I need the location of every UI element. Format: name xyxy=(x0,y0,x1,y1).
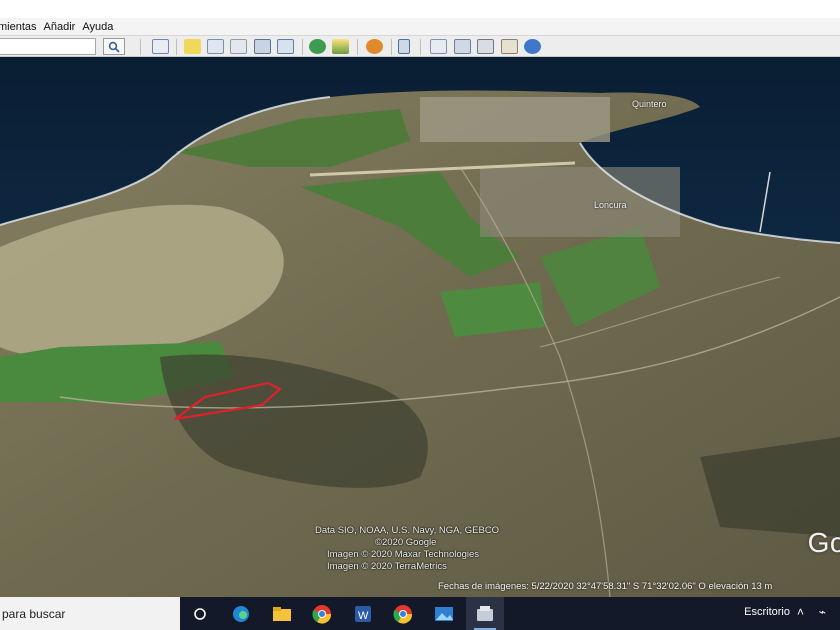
maps-view-icon[interactable] xyxy=(501,39,518,54)
print-icon[interactable] xyxy=(454,39,471,54)
attribution-line: Imagen © 2020 Maxar Technologies xyxy=(327,549,480,560)
save-image-icon[interactable] xyxy=(477,39,494,54)
menu-bar: mientas Añadir Ayuda xyxy=(0,18,840,35)
polygon-icon[interactable] xyxy=(207,39,224,54)
svg-text:W: W xyxy=(358,610,369,622)
email-icon[interactable] xyxy=(430,39,447,54)
google-earth-button[interactable] xyxy=(466,597,504,630)
chevron-up-icon[interactable]: ˄ xyxy=(797,605,804,619)
chrome-icon xyxy=(312,604,332,624)
status-bar: Fechas de imágenes: 5/22/2020 32°47'58.3… xyxy=(438,581,773,592)
word-icon: W xyxy=(355,605,371,622)
file-explorer-button[interactable] xyxy=(263,597,301,630)
desktop-label[interactable]: Escritorio xyxy=(744,606,790,618)
photos-icon xyxy=(435,606,453,621)
cortana-icon xyxy=(194,607,206,620)
placemark-icon[interactable] xyxy=(184,39,201,54)
menu-herramientas[interactable]: mientas xyxy=(0,21,37,33)
edge-button[interactable] xyxy=(222,597,260,630)
cortana-button[interactable] xyxy=(181,597,219,630)
attribution-line: Data SIO, NOAA, U.S. Navy, NGA, GEBCO xyxy=(315,525,500,536)
sunlight-icon[interactable] xyxy=(332,39,349,54)
place-label-loncura[interactable]: Loncura xyxy=(594,200,627,210)
chrome-icon xyxy=(393,604,413,624)
tour-icon[interactable] xyxy=(277,39,294,54)
toolbar-separator xyxy=(176,39,177,55)
planets-icon[interactable] xyxy=(366,39,383,54)
taskbar-search[interactable]: para buscar xyxy=(0,597,180,630)
menu-anadir[interactable]: Añadir xyxy=(44,21,76,33)
toolbar-separator xyxy=(420,39,421,55)
path-icon[interactable] xyxy=(230,39,247,54)
toolbar-separator xyxy=(357,39,358,55)
map-view[interactable]: Quintero Loncura Data SIO, NOAA, U.S. Na… xyxy=(0,57,840,597)
web-icon[interactable] xyxy=(524,39,541,54)
imagery-attribution: Data SIO, NOAA, U.S. Navy, NGA, GEBCO ©2… xyxy=(315,525,499,573)
satellite-imagery[interactable] xyxy=(0,57,840,597)
search-button[interactable] xyxy=(103,38,125,55)
google-earth-icon xyxy=(477,605,493,621)
overlay-icon[interactable] xyxy=(254,39,271,54)
ruler-icon[interactable] xyxy=(398,39,410,54)
attribution-line: ©2020 Google xyxy=(375,537,437,548)
search-icon xyxy=(108,41,120,53)
toolbar-separator xyxy=(391,39,392,55)
toolbar xyxy=(0,35,840,57)
toolbar-separator xyxy=(140,39,141,55)
file-explorer-icon xyxy=(273,606,291,621)
sidebar-toggle-icon[interactable] xyxy=(152,39,169,54)
town-quintero xyxy=(420,97,610,142)
chrome-button[interactable] xyxy=(303,597,341,630)
chrome-button-2[interactable] xyxy=(384,597,422,630)
network-icon[interactable]: ⌁ xyxy=(819,605,826,619)
attribution-line: Imagen © 2020 TerraMetrics xyxy=(327,561,447,572)
taskbar: para buscar W Escritorio ˄ ⌁ xyxy=(0,597,840,630)
edge-icon xyxy=(233,605,249,622)
word-button[interactable]: W xyxy=(344,597,382,630)
toolbar-separator xyxy=(302,39,303,55)
place-label-quintero[interactable]: Quintero xyxy=(632,99,667,109)
menu-ayuda[interactable]: Ayuda xyxy=(82,21,113,33)
photos-button[interactable] xyxy=(425,597,463,630)
google-logo: Go xyxy=(807,527,840,558)
historical-imagery-icon[interactable] xyxy=(309,39,326,54)
town-loncura xyxy=(480,167,680,237)
search-input[interactable] xyxy=(0,38,96,55)
